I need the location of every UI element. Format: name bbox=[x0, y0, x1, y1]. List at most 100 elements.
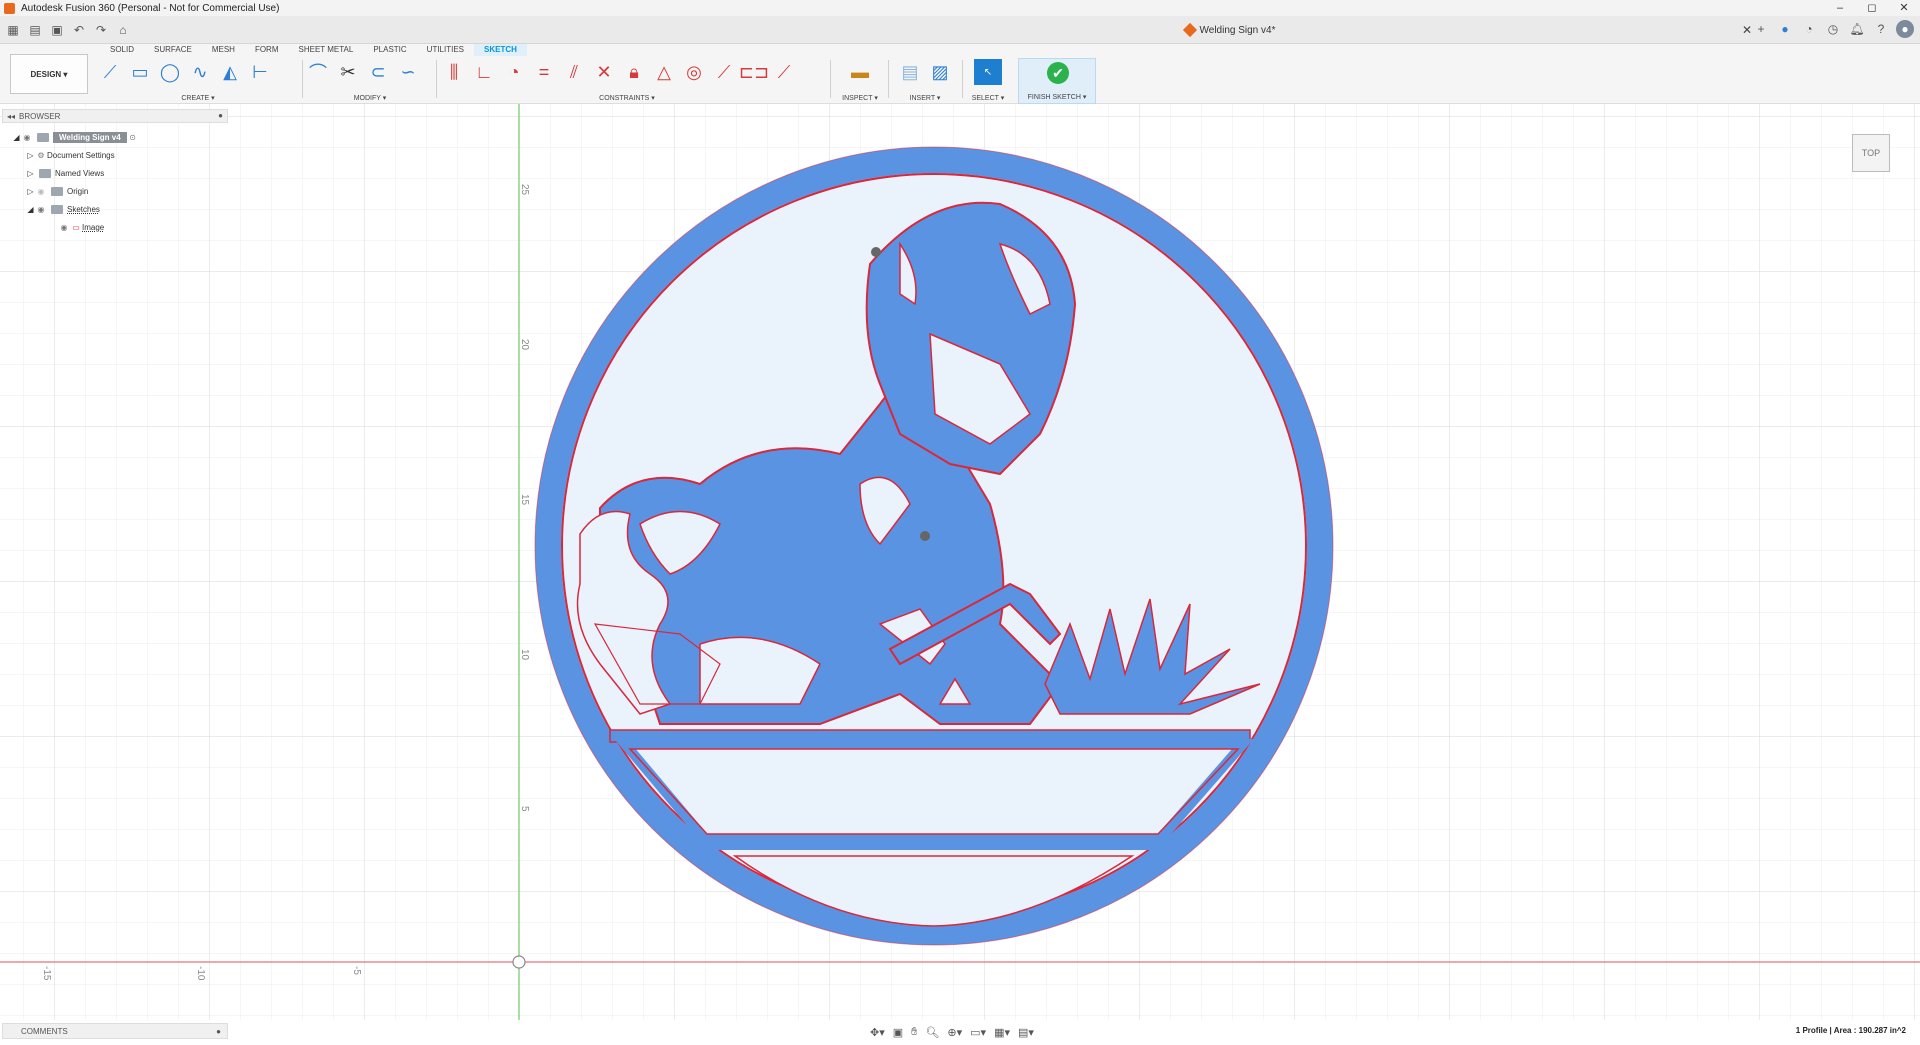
comments-panel[interactable]: COMMENTS ● bbox=[2, 1023, 228, 1039]
circle-tool-icon[interactable]: ◯ bbox=[158, 60, 182, 84]
perpendicular-icon[interactable]: ✕ bbox=[592, 60, 616, 84]
sketch-dimension-icon[interactable]: ⊢ bbox=[248, 60, 272, 84]
nameplate-frame[interactable] bbox=[614, 739, 1255, 844]
expanded-triangle-icon[interactable]: ◢ bbox=[26, 205, 35, 214]
tab-form[interactable]: FORM bbox=[245, 44, 289, 56]
display-settings-icon[interactable]: ▭▾ bbox=[970, 1026, 986, 1039]
modify-menu[interactable]: MODIFY ▾ bbox=[306, 94, 434, 104]
curvature-icon[interactable]: ⟋ bbox=[772, 60, 796, 84]
measure-icon[interactable]: ▬ bbox=[848, 60, 872, 84]
redo-icon[interactable]: ↷ bbox=[92, 21, 110, 39]
visibility-eye-icon[interactable]: ◉ bbox=[35, 187, 47, 196]
horizontal-vertical-icon[interactable]: ⫼ bbox=[442, 60, 466, 84]
constraints-group: ⫼ ∟ ◔ = ⫽ ✕ 🔒︎ △ ◎ ⟋ ⊏⊐ ⟋ CONSTRAINTS ▾ bbox=[442, 58, 812, 104]
expanded-triangle-icon[interactable]: ◢ bbox=[12, 133, 21, 142]
browser-item-document-settings[interactable]: ▷ ⚙ Document Settings bbox=[26, 148, 114, 162]
offset-tool-icon[interactable]: ⊂ bbox=[366, 60, 390, 84]
fix-lock-icon[interactable]: 🔒︎ bbox=[622, 60, 646, 84]
viewports-icon[interactable]: ▤▾ bbox=[1018, 1026, 1034, 1039]
constraints-menu[interactable]: CONSTRAINTS ▾ bbox=[442, 94, 812, 104]
create-menu[interactable]: CREATE ▾ bbox=[98, 94, 298, 104]
insert-derive-icon[interactable]: ▤ bbox=[898, 60, 922, 84]
look-at-icon[interactable]: ▣ bbox=[893, 1026, 903, 1039]
origin-point[interactable] bbox=[512, 955, 526, 969]
grid-snaps-icon[interactable]: ▦▾ bbox=[994, 1026, 1010, 1039]
midpoint-icon[interactable]: △ bbox=[652, 60, 676, 84]
home-icon[interactable]: ⌂ bbox=[114, 21, 132, 39]
symmetry-icon[interactable]: ⊏⊐ bbox=[739, 60, 769, 84]
browser-item-origin[interactable]: ▷ ◉ Origin bbox=[26, 184, 88, 198]
browser-item-image-sketch[interactable]: ◉ ▭ Image bbox=[58, 220, 105, 234]
finish-sketch-button[interactable]: ✔ FINISH SKETCH ▾ bbox=[1018, 58, 1096, 104]
tab-sketch[interactable]: SKETCH bbox=[474, 44, 527, 56]
visibility-eye-icon[interactable]: ◉ bbox=[58, 223, 70, 232]
inspect-menu[interactable]: INSPECT ▾ bbox=[838, 94, 882, 104]
rectangle-tool-icon[interactable]: ▭ bbox=[128, 60, 152, 84]
design-canvas[interactable]: 25 20 15 10 5 -15 -10 -5 bbox=[0, 104, 1920, 1020]
visibility-eye-icon[interactable]: ◉ bbox=[21, 133, 33, 142]
save-icon[interactable]: ▣ bbox=[48, 21, 66, 39]
welding-sign-sketch[interactable] bbox=[534, 146, 1334, 946]
minimize-icon[interactable]: – bbox=[1824, 0, 1856, 16]
file-menu-icon[interactable]: ▤ bbox=[26, 21, 44, 39]
parallel-icon[interactable]: ⫽ bbox=[562, 60, 586, 84]
tab-sheet-metal[interactable]: SHEET METAL bbox=[289, 44, 364, 56]
browser-panel-header[interactable]: ◂◂ BROWSER ● bbox=[2, 109, 228, 123]
collapsed-triangle-icon[interactable]: ▷ bbox=[26, 151, 35, 160]
document-tab[interactable]: Welding Sign v4* bbox=[700, 16, 1760, 44]
line-tool-icon[interactable]: ⟋ bbox=[98, 60, 122, 84]
tab-surface[interactable]: SURFACE bbox=[144, 44, 202, 56]
tab-mesh[interactable]: MESH bbox=[202, 44, 245, 56]
fit-icon[interactable]: ⊕▾ bbox=[947, 1026, 962, 1039]
sketch-point[interactable] bbox=[920, 531, 930, 541]
undo-icon[interactable]: ↶ bbox=[70, 21, 88, 39]
sketch-point[interactable] bbox=[871, 247, 881, 257]
tab-plastic[interactable]: PLASTIC bbox=[363, 44, 416, 56]
data-panel-grid-icon[interactable]: ▦ bbox=[4, 21, 22, 39]
browser-item-named-views[interactable]: ▷ Named Views bbox=[26, 166, 104, 180]
insert-canvas-image-icon[interactable]: ▨ bbox=[928, 60, 952, 84]
collinear-icon[interactable]: ⟋ bbox=[712, 60, 736, 84]
equal-icon[interactable]: = bbox=[532, 60, 556, 84]
insert-menu[interactable]: INSERT ▾ bbox=[894, 94, 956, 104]
new-tab-icon[interactable]: + bbox=[1752, 20, 1770, 38]
insert-group: ▤ ▨ INSERT ▾ bbox=[894, 58, 956, 104]
extensions-icon[interactable]: ● bbox=[1776, 20, 1794, 38]
notifications-icon[interactable]: 🔔︎ bbox=[1848, 20, 1866, 38]
comments-toggle-icon[interactable]: ● bbox=[216, 1027, 221, 1036]
coincident-icon[interactable]: ∟ bbox=[472, 60, 496, 84]
browser-pin-icon[interactable]: ● bbox=[218, 111, 223, 120]
folder-icon bbox=[51, 204, 63, 214]
collapsed-triangle-icon[interactable]: ▷ bbox=[26, 187, 35, 196]
help-icon[interactable]: ? bbox=[1872, 20, 1890, 38]
close-window-icon[interactable]: ✕ bbox=[1888, 0, 1920, 16]
user-avatar[interactable]: ● bbox=[1896, 20, 1914, 38]
close-tab-icon[interactable]: ✕ bbox=[1742, 23, 1752, 37]
clock-icon[interactable]: ◷ bbox=[1824, 20, 1842, 38]
spline-tool-icon[interactable]: ∿ bbox=[188, 60, 212, 84]
trim-scissors-icon[interactable]: ✂ bbox=[336, 60, 360, 84]
select-cursor-icon[interactable]: ↖ bbox=[974, 59, 1002, 85]
pan-hand-icon[interactable]: ✋︎ bbox=[911, 1026, 917, 1039]
extend-tool-icon[interactable]: ∽ bbox=[396, 60, 420, 84]
visibility-eye-icon[interactable]: ◉ bbox=[35, 205, 47, 214]
browser-item-root[interactable]: ◢ ◉ Welding Sign v4 ⊙ bbox=[12, 130, 139, 144]
tangent-icon[interactable]: ◔ bbox=[502, 60, 526, 84]
concentric-icon[interactable]: ◎ bbox=[682, 60, 706, 84]
workspace-switcher[interactable]: DESIGN ▾ bbox=[10, 54, 88, 94]
mirror-tool-icon[interactable]: ◭ bbox=[218, 60, 242, 84]
activate-radio-icon[interactable]: ⊙ bbox=[127, 133, 139, 142]
maximize-icon[interactable]: ◻ bbox=[1856, 0, 1888, 16]
sketch-viewport[interactable]: 25 20 15 10 5 -15 -10 -5 bbox=[0, 104, 1920, 1020]
zoom-icon[interactable]: 🔍︎ bbox=[925, 1026, 939, 1039]
fillet-tool-icon[interactable]: ⌒ bbox=[306, 60, 330, 84]
browser-item-sketches[interactable]: ◢ ◉ Sketches bbox=[26, 202, 100, 216]
tab-utilities[interactable]: UTILITIES bbox=[417, 44, 474, 56]
collapse-browser-icon[interactable]: ◂◂ bbox=[7, 112, 15, 121]
job-status-icon[interactable]: ◔ bbox=[1800, 20, 1818, 38]
collapsed-triangle-icon[interactable]: ▷ bbox=[26, 169, 35, 178]
view-cube[interactable]: TOP bbox=[1852, 134, 1890, 172]
select-menu[interactable]: SELECT ▾ bbox=[966, 94, 1010, 104]
tab-solid[interactable]: SOLID bbox=[100, 44, 144, 56]
orbit-icon[interactable]: ✥▾ bbox=[870, 1026, 885, 1039]
